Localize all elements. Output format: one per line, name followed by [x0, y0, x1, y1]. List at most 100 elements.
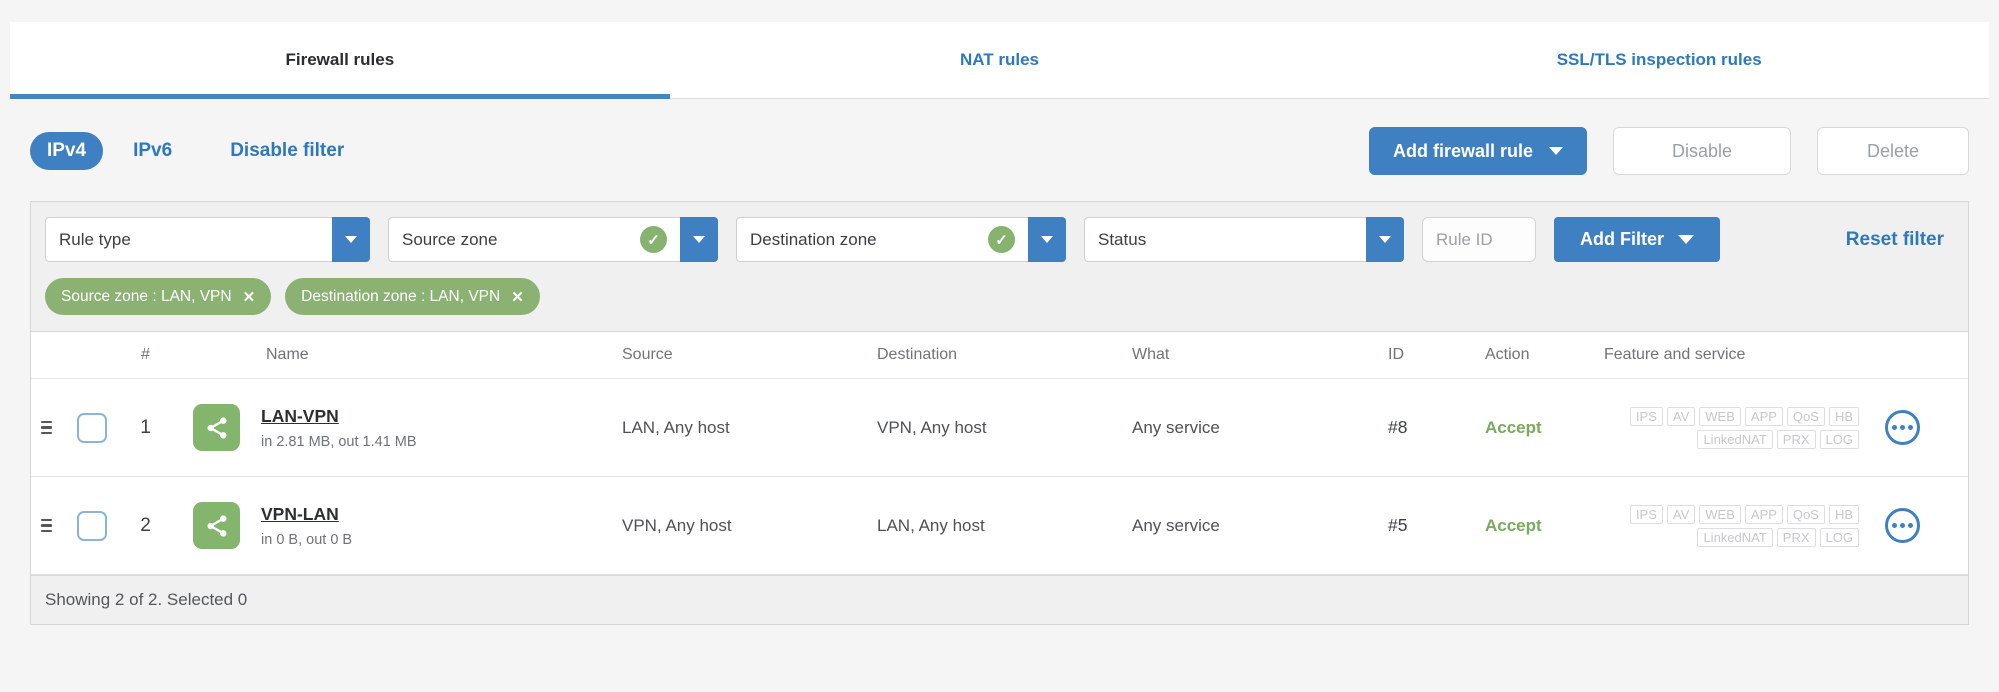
remove-chip-icon[interactable]: ✕ — [243, 288, 256, 306]
feature-badge-qos: QoS — [1786, 504, 1825, 524]
table-header-row: # Name Source Destination What ID Action… — [31, 332, 1968, 379]
tab-firewall-rules-label: Firewall rules — [285, 50, 395, 69]
reset-filter-link[interactable]: Reset filter — [1846, 229, 1944, 251]
disable-button[interactable]: Disable — [1613, 127, 1791, 175]
feature-service-cell: IPS AV WEB APP QoS HB LinkedNAT PRX LOG — [1596, 504, 1968, 547]
feature-badge-web: WEB — [1699, 504, 1741, 524]
chevron-down-icon — [1678, 235, 1694, 244]
drag-handle-bar — [40, 524, 52, 527]
rule-type-dropdown[interactable]: Rule type — [45, 217, 370, 262]
drag-handle-bar — [40, 431, 52, 435]
tab-bar: Firewall rules NAT rules SSL/TLS inspect… — [10, 22, 1989, 99]
drag-handle-bar — [40, 426, 52, 429]
destination-zone-filter-chip: Destination zone : LAN, VPN ✕ — [285, 278, 540, 315]
source-zone-dropdown-button[interactable] — [680, 217, 718, 262]
rule-type-dropdown-button[interactable] — [332, 217, 370, 262]
feature-badges: IPS AV WEB APP QoS HB LinkedNAT PRX LOG — [1629, 504, 1859, 547]
share-network-icon — [193, 502, 240, 549]
feature-badge-prx: PRX — [1776, 527, 1816, 547]
tab-ssl-tls-inspection-rules[interactable]: SSL/TLS inspection rules — [1329, 22, 1989, 98]
column-header-destination: Destination — [877, 346, 958, 363]
row-more-menu-button[interactable] — [1885, 508, 1920, 543]
remove-chip-icon[interactable]: ✕ — [511, 288, 524, 306]
ipv6-toggle[interactable]: IPv6 — [133, 140, 172, 162]
drag-handle[interactable] — [31, 518, 61, 533]
destination-zone-dropdown-label: Destination zone ✓ — [736, 217, 1028, 262]
status-dropdown[interactable]: Status — [1084, 217, 1404, 262]
feature-badge-linkednat: LinkedNAT — [1697, 429, 1773, 449]
feature-badge-av: AV — [1666, 406, 1696, 426]
row-checkbox[interactable] — [77, 412, 107, 443]
source-zone-chip-label: Source zone : LAN, VPN — [61, 287, 232, 305]
chevron-down-icon — [693, 236, 705, 243]
rule-action: Accept — [1485, 417, 1542, 437]
destination-zone-dropdown[interactable]: Destination zone ✓ — [736, 217, 1066, 262]
feature-badge-app: APP — [1744, 406, 1783, 426]
row-count-status: Showing 2 of 2. Selected 0 — [45, 590, 248, 609]
rule-type-text: Rule type — [59, 229, 131, 249]
tab-nat-rules-label: NAT rules — [959, 50, 1040, 69]
destination-zone-dropdown-button[interactable] — [1028, 217, 1066, 262]
rule-what: Any service — [1132, 515, 1220, 535]
column-header-feature-service: Feature and service — [1604, 346, 1746, 363]
rule-action: Accept — [1485, 515, 1542, 535]
add-filter-label: Add Filter — [1580, 229, 1664, 249]
drag-handle-bar — [40, 420, 52, 424]
active-tab-underline — [10, 94, 670, 99]
source-zone-text: Source zone — [402, 229, 498, 249]
feature-badge-line: IPS AV WEB APP QoS HB — [1629, 504, 1859, 524]
add-filter-button[interactable]: Add Filter — [1554, 217, 1720, 262]
ellipsis-dot — [1907, 522, 1914, 529]
rule-id-input[interactable] — [1422, 217, 1536, 262]
rule-source: VPN, Any host — [622, 515, 732, 535]
delete-button[interactable]: Delete — [1817, 127, 1969, 175]
check-circle-icon: ✓ — [640, 226, 667, 253]
rule-traffic-stats: in 2.81 MB, out 1.41 MB — [261, 433, 417, 450]
ellipsis-dot — [1899, 522, 1906, 529]
feature-service-cell: IPS AV WEB APP QoS HB LinkedNAT PRX LOG — [1596, 406, 1968, 449]
row-checkbox[interactable] — [77, 510, 107, 541]
rule-name-cell: LAN-VPN in 2.81 MB, out 1.41 MB — [168, 404, 616, 451]
rule-what: Any service — [1132, 417, 1220, 437]
rule-id: #8 — [1388, 417, 1408, 437]
status-dropdown-button[interactable] — [1366, 217, 1404, 262]
row-number: 1 — [140, 416, 151, 438]
add-firewall-rule-button[interactable]: Add firewall rule — [1368, 127, 1587, 175]
row-more-menu-button[interactable] — [1885, 410, 1920, 445]
tab-ssl-tls-inspection-rules-label: SSL/TLS inspection rules — [1556, 50, 1762, 69]
source-zone-filter-chip: Source zone : LAN, VPN ✕ — [45, 278, 272, 315]
rule-destination: LAN, Any host — [877, 515, 985, 535]
rule-name-link[interactable]: LAN-VPN — [261, 406, 417, 427]
column-header-action: Action — [1485, 346, 1530, 363]
rule-name-cell: VPN-LAN in 0 B, out 0 B — [168, 502, 616, 549]
column-header-source: Source — [622, 346, 673, 363]
table-row: 2 VPN-LAN in 0 B, out 0 B VPN, Any host … — [31, 477, 1968, 575]
source-zone-dropdown[interactable]: Source zone ✓ — [388, 217, 718, 262]
ipv4-toggle[interactable]: IPv4 — [30, 132, 104, 170]
feature-badge-prx: PRX — [1776, 429, 1816, 449]
chevron-down-icon — [1549, 147, 1563, 155]
feature-badge-web: WEB — [1699, 406, 1741, 426]
tab-nat-rules[interactable]: NAT rules — [670, 22, 1330, 98]
column-header-number: # — [141, 346, 150, 363]
filter-row: Rule type Source zone ✓ Destination zone — [45, 217, 1954, 262]
feature-badge-line: IPS AV WEB APP QoS HB — [1629, 406, 1859, 426]
ellipsis-dot — [1907, 424, 1914, 431]
drag-handle-bar — [40, 518, 52, 522]
tab-firewall-rules[interactable]: Firewall rules — [10, 22, 670, 99]
rules-panel: Rule type Source zone ✓ Destination zone — [30, 201, 1969, 625]
rule-name-link[interactable]: VPN-LAN — [261, 504, 352, 525]
rule-name-block: LAN-VPN in 2.81 MB, out 1.41 MB — [261, 406, 417, 450]
rule-source: LAN, Any host — [622, 417, 730, 437]
rule-type-dropdown-label: Rule type — [45, 217, 332, 262]
column-header-name: Name — [266, 346, 309, 363]
toolbar-actions: Add firewall rule Disable Delete — [1368, 127, 1969, 175]
filter-area: Rule type Source zone ✓ Destination zone — [31, 202, 1968, 332]
feature-badge-line: LinkedNAT PRX LOG — [1697, 527, 1859, 547]
disable-filter-link[interactable]: Disable filter — [230, 140, 344, 162]
chevron-down-icon — [1041, 236, 1053, 243]
chevron-down-icon — [1379, 236, 1391, 243]
feature-badge-linkednat: LinkedNAT — [1697, 527, 1773, 547]
drag-handle[interactable] — [31, 420, 61, 435]
filter-chips-row: Source zone : LAN, VPN ✕ Destination zon… — [45, 278, 1954, 315]
